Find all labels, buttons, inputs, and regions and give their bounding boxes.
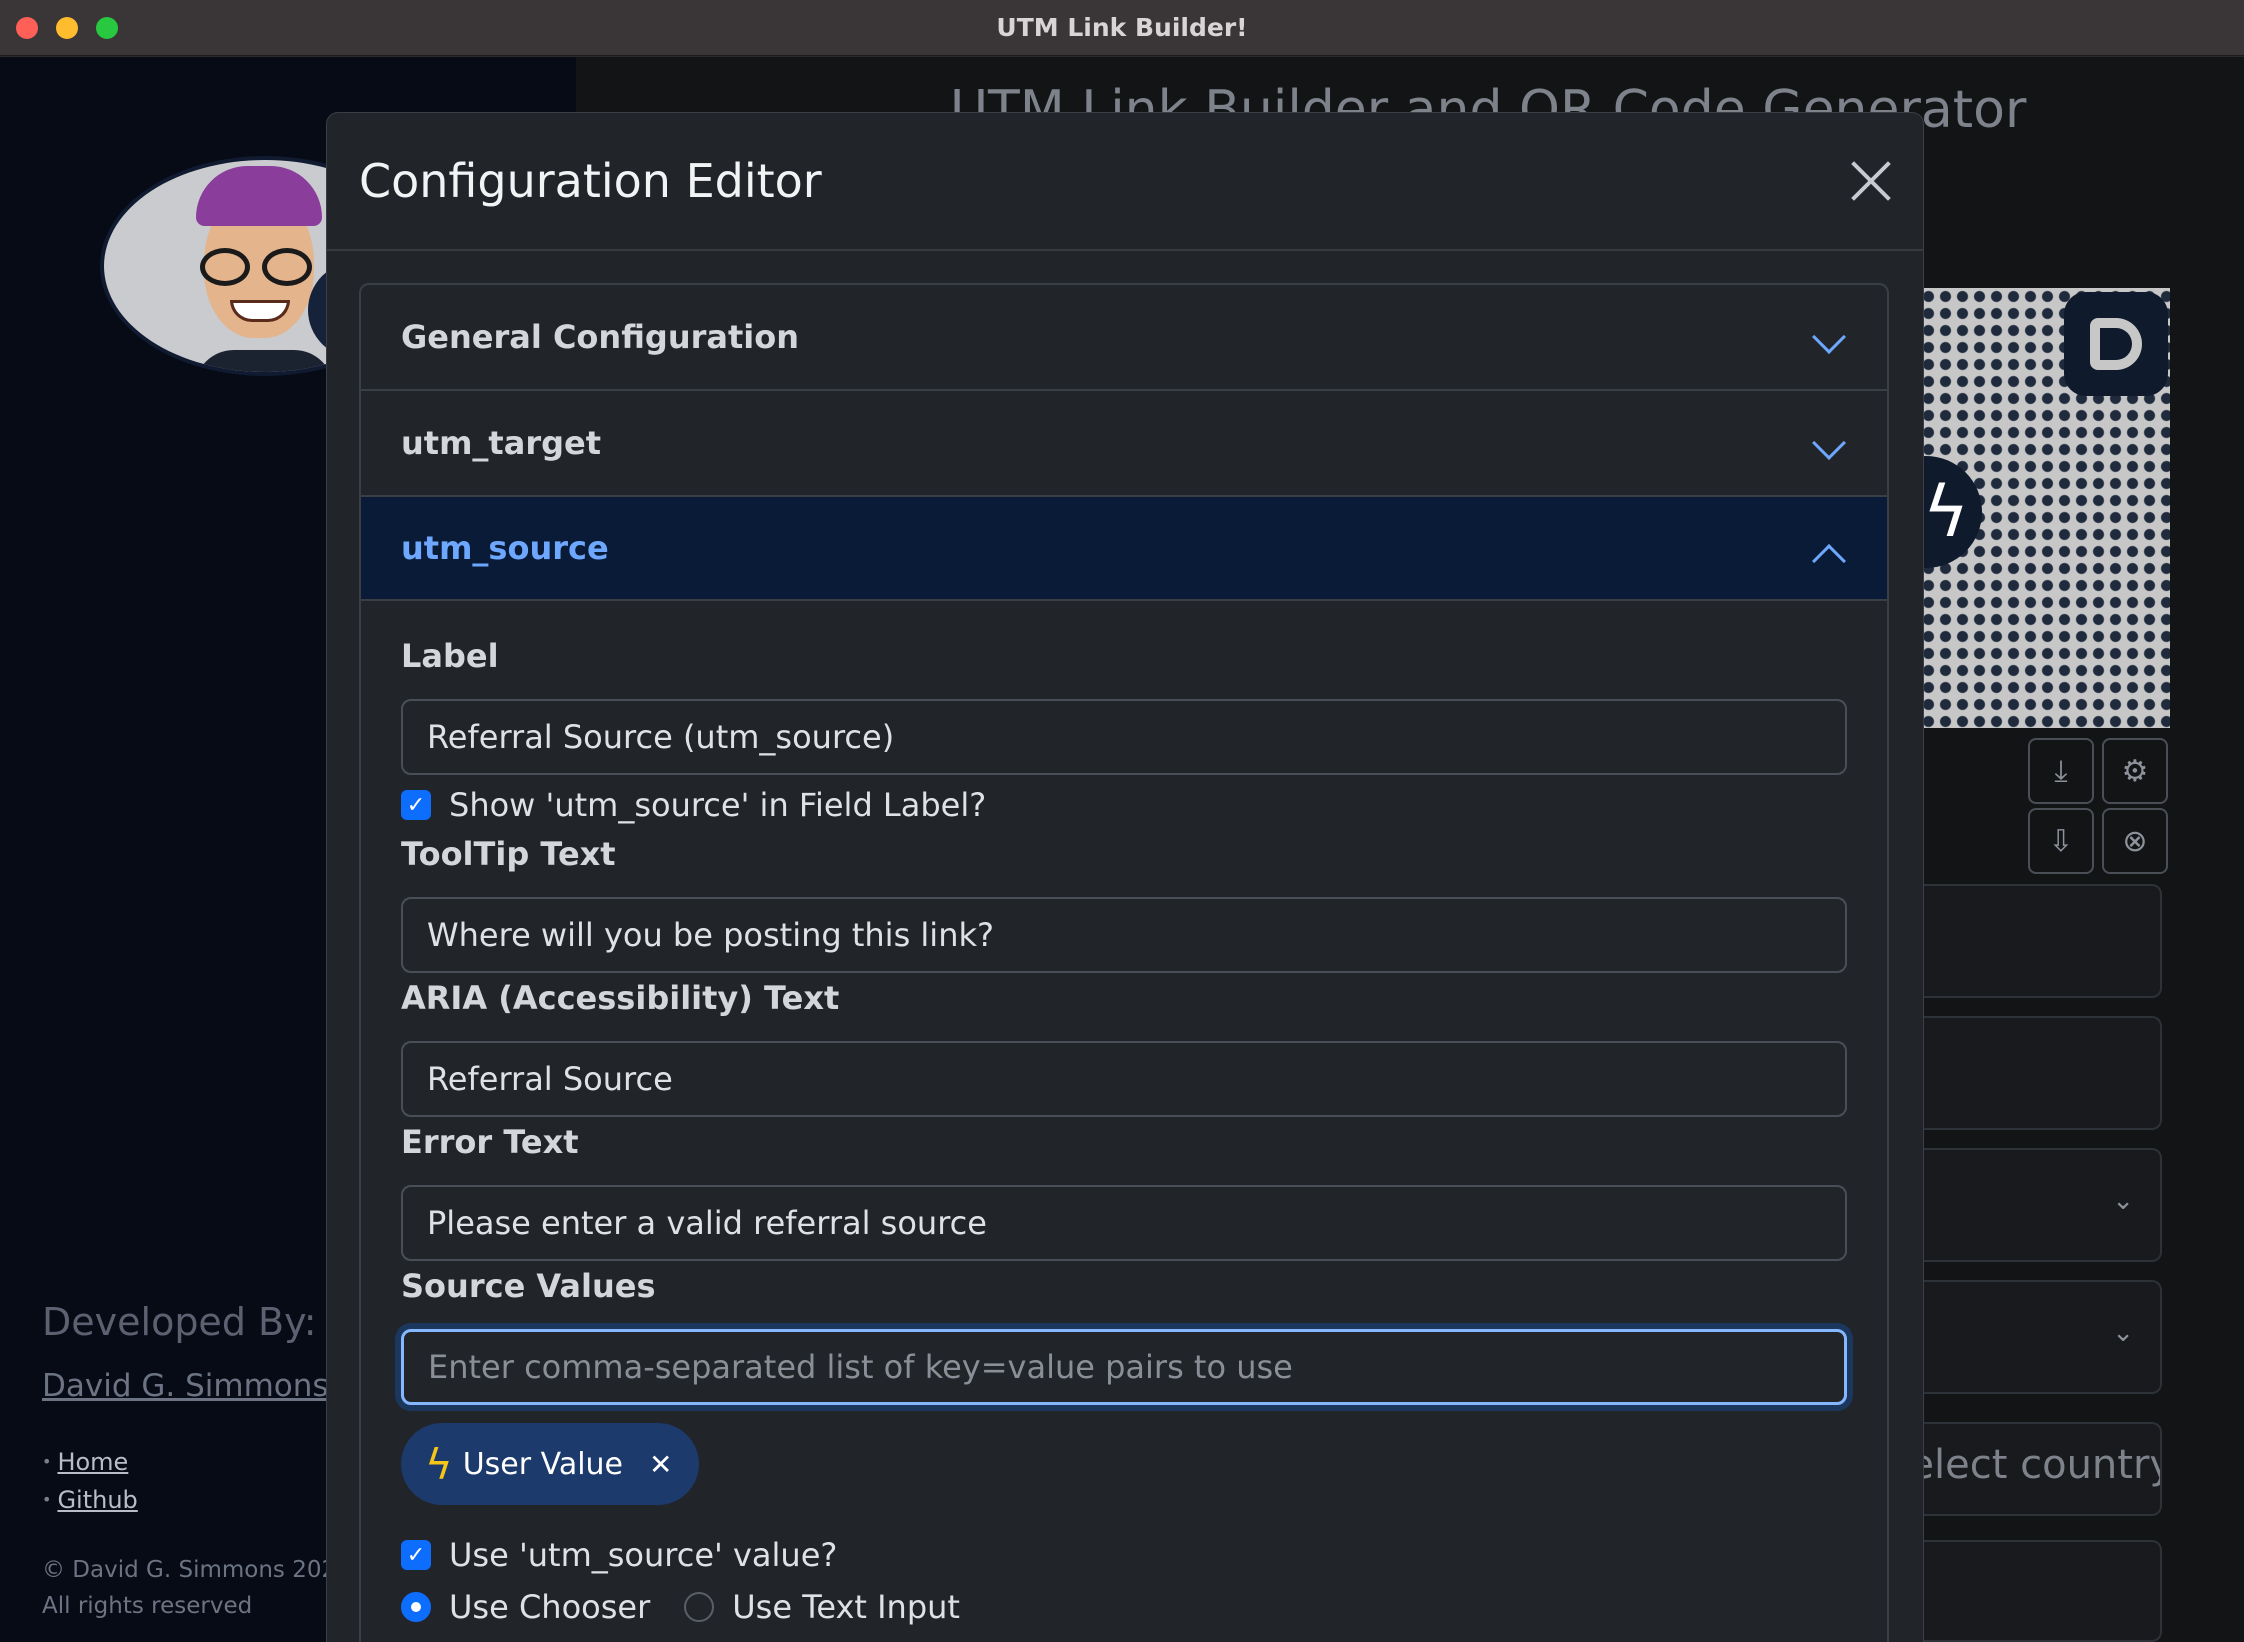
input-mode-radio-group: Use Chooser Use Text Input [401,1581,1847,1633]
download-icon[interactable]: ⤓ [2028,738,2094,804]
background-field [1920,1540,2162,1642]
window-titlebar: UTM Link Builder! [0,0,2244,56]
sidebar-links: Home Github [42,1448,138,1524]
chevron-up-icon [1812,544,1846,578]
zoom-window-button[interactable] [96,17,118,39]
copyright-text: © David G. Simmons 2023 [42,1557,332,1583]
lightning-icon: ϟ [425,1439,453,1489]
background-field [1920,1016,2162,1130]
use-value-checkbox[interactable]: ✓ [401,1540,431,1570]
country-select: Select country [1920,1422,2162,1516]
background-select: ⌄ [1920,1148,2162,1262]
show-label-checkbox[interactable]: ✓ [401,790,431,820]
accordion-utm-source[interactable]: utm_source [361,497,1887,601]
modal-header: Configuration Editor [327,113,1923,251]
accordion-general-configuration[interactable]: General Configuration [361,285,1887,391]
use-value-text: Use 'utm_source' value? [449,1536,838,1574]
chip-label: User Value [462,1446,624,1482]
qr-logo-icon [2064,292,2168,396]
label-input[interactable] [401,699,1847,775]
show-label-text: Show 'utm_source' in Field Label? [449,786,987,824]
show-label-row: ✓ Show 'utm_source' in Field Label? [401,779,1847,831]
country-placeholder: Select country [1920,1442,2162,1488]
background-field [1920,884,2162,998]
sidebar-item-github: Github [42,1486,137,1514]
background-select: ⌄ [1920,1280,2162,1394]
github-link[interactable]: Github [57,1486,137,1514]
source-values-input[interactable] [401,1329,1847,1405]
source-values-title: Source Values [401,1267,656,1305]
use-chooser-label: Use Chooser [449,1588,651,1626]
user-value-chip: ϟ User Value ✕ [401,1423,699,1505]
chevron-down-icon [1812,320,1846,354]
accordion-label: utm_target [401,424,601,462]
gear-icon[interactable]: ⚙ [2102,738,2168,804]
chevron-down-icon [1812,426,1846,460]
error-input[interactable] [401,1185,1847,1261]
close-window-button[interactable] [16,17,38,39]
minimize-window-button[interactable] [56,17,78,39]
lightning-icon: ϟ [1920,456,1982,568]
copyright: © David G. Simmons 2023 All rights reser… [42,1552,332,1624]
clear-icon[interactable]: ⊗ [2102,808,2168,874]
use-value-row: ✓ Use 'utm_source' value? [401,1529,1847,1581]
sidebar-item-home: Home [42,1448,138,1476]
config-accordion: General Configuration utm_target utm_sou… [359,283,1889,1642]
window-title: UTM Link Builder! [996,13,1248,42]
accordion-utm-target[interactable]: utm_target [361,391,1887,497]
label-field-title: Label [401,637,499,675]
close-icon[interactable] [1849,159,1893,203]
configuration-editor-modal: Configuration Editor General Configurati… [326,112,1924,1642]
qr-code-image: ϟ [1920,288,2170,728]
rights-text: All rights reserved [42,1593,253,1619]
developer-name-link[interactable]: David G. Simmons [42,1368,329,1404]
use-text-input-radio[interactable] [684,1592,715,1622]
aria-field-title: ARIA (Accessibility) Text [401,979,840,1017]
remove-chip-icon[interactable]: ✕ [649,1448,672,1481]
modal-title: Configuration Editor [359,154,822,208]
tooltip-input[interactable] [401,897,1847,973]
use-text-input-label: Use Text Input [732,1588,960,1626]
error-field-title: Error Text [401,1123,579,1161]
chevron-down-icon: ⌄ [2112,1186,2134,1216]
tooltip-field-title: ToolTip Text [401,835,616,873]
chevron-down-icon: ⌄ [2112,1318,2134,1348]
aria-input[interactable] [401,1041,1847,1117]
accordion-label: utm_source [401,529,609,567]
save-icon[interactable]: ⇩ [2028,808,2094,874]
home-link[interactable]: Home [57,1448,128,1476]
accordion-label: General Configuration [401,318,799,356]
developed-by-label: Developed By: [42,1300,317,1344]
use-chooser-radio[interactable] [401,1592,431,1622]
utm-source-form: Label ✓ Show 'utm_source' in Field Label… [361,601,1887,1633]
